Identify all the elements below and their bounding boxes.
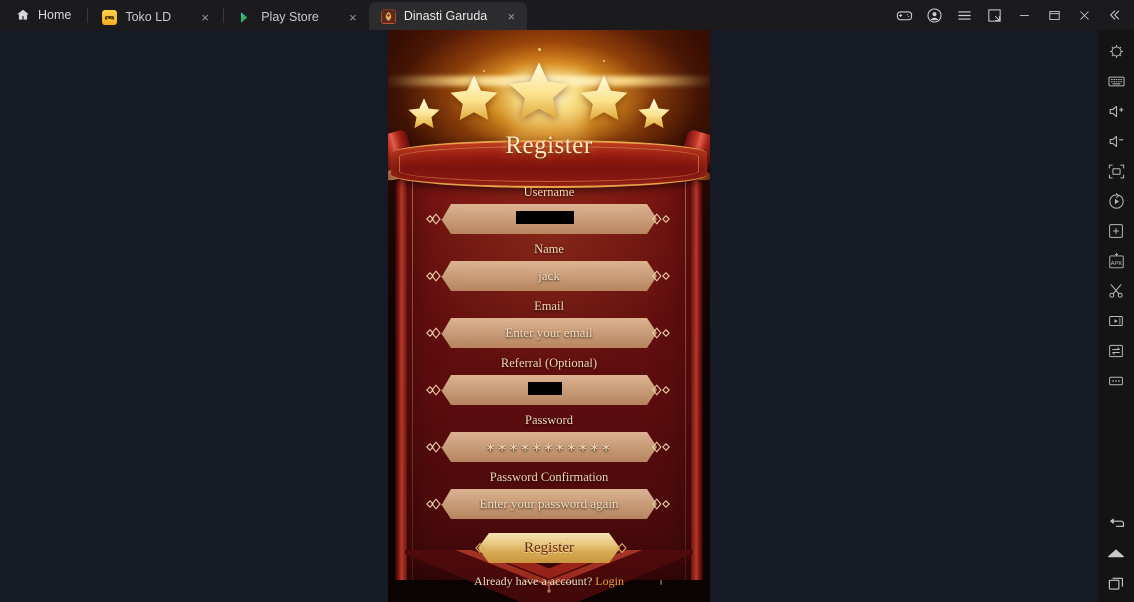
keyboard-icon[interactable] bbox=[1101, 66, 1131, 96]
diamond-ornament-icon bbox=[426, 439, 444, 460]
field-group-referral: Referral (Optional) bbox=[388, 353, 710, 405]
home-button-label: Home bbox=[38, 8, 72, 22]
more-icon[interactable] bbox=[1101, 366, 1131, 396]
maximize-icon[interactable] bbox=[1040, 1, 1068, 29]
field-group-password: Password ∗∗∗∗∗∗∗∗∗∗∗ bbox=[388, 410, 710, 462]
diamond-ornament-icon bbox=[426, 211, 444, 232]
field-value: ∗∗∗∗∗∗∗∗∗∗∗ bbox=[485, 439, 613, 454]
svg-text:APK: APK bbox=[1110, 260, 1122, 266]
gamepad-icon[interactable] bbox=[890, 1, 918, 29]
field-label: Password Confirmation bbox=[489, 470, 609, 484]
login-prompt: Already have a account? Login bbox=[388, 574, 710, 589]
field-label: Username bbox=[523, 185, 575, 199]
close-icon[interactable] bbox=[1070, 1, 1098, 29]
home-icon bbox=[16, 8, 30, 22]
install-apk-icon[interactable]: APK bbox=[1101, 246, 1131, 276]
screenshot-icon[interactable] bbox=[980, 1, 1008, 29]
record-icon[interactable] bbox=[1101, 306, 1131, 336]
field-group-password-confirmation: Password Confirmation Enter your passwor… bbox=[388, 467, 710, 519]
sparkle bbox=[538, 48, 541, 51]
tab-play-store[interactable]: Play Store × bbox=[226, 4, 369, 30]
tab-toko-ld[interactable]: Toko LD × bbox=[90, 4, 221, 30]
tab-label: Play Store bbox=[261, 10, 319, 24]
home-button[interactable]: Home bbox=[0, 0, 85, 30]
fullscreen-icon[interactable] bbox=[1101, 156, 1131, 186]
diamond-ornament-icon bbox=[426, 382, 444, 403]
diamond-ornament-icon bbox=[652, 325, 670, 346]
tab-label: Toko LD bbox=[125, 10, 172, 24]
recents-icon[interactable] bbox=[1101, 572, 1131, 602]
field-label: Referral (Optional) bbox=[500, 356, 598, 370]
volume-down-icon[interactable] bbox=[1101, 126, 1131, 156]
diamond-ornament-icon bbox=[472, 541, 488, 560]
diamond-ornament-icon bbox=[652, 268, 670, 289]
home-nav-icon[interactable] bbox=[1101, 542, 1131, 572]
settings-icon[interactable] bbox=[1101, 36, 1131, 66]
scissors-icon[interactable] bbox=[1101, 276, 1131, 306]
volume-up-icon[interactable] bbox=[1101, 96, 1131, 126]
account-icon[interactable] bbox=[920, 1, 948, 29]
rotate-icon[interactable] bbox=[1101, 186, 1131, 216]
tab-dinasti-garuda[interactable]: Dinasti Garuda × bbox=[368, 2, 528, 30]
register-button-label: Register bbox=[524, 539, 574, 556]
login-link[interactable]: Login bbox=[595, 574, 624, 588]
field-value: jack bbox=[538, 268, 560, 283]
field-placeholder: Enter your email bbox=[505, 325, 593, 340]
tab-separator bbox=[87, 7, 89, 23]
minimize-icon[interactable] bbox=[1010, 1, 1038, 29]
emulator-sidebar: APK bbox=[1098, 30, 1134, 602]
email-input[interactable]: Enter your email bbox=[388, 318, 710, 348]
diamond-ornament-icon bbox=[426, 496, 444, 517]
field-group-name: Name jack bbox=[388, 239, 710, 291]
star-icon bbox=[577, 72, 631, 126]
tab-close-button[interactable]: × bbox=[197, 9, 213, 25]
redaction-bar bbox=[516, 211, 574, 224]
titlebar-controls bbox=[890, 0, 1134, 30]
back-icon[interactable] bbox=[1101, 512, 1131, 542]
field-placeholder: Enter your password again bbox=[479, 496, 619, 511]
username-input[interactable] bbox=[388, 204, 710, 234]
diamond-ornament-icon bbox=[652, 496, 670, 517]
multi-window-icon[interactable] bbox=[1101, 216, 1131, 246]
password-input[interactable]: ∗∗∗∗∗∗∗∗∗∗∗ bbox=[388, 432, 710, 462]
field-label: Name bbox=[534, 242, 564, 256]
play-store-icon bbox=[238, 10, 253, 25]
tab-separator bbox=[223, 7, 225, 23]
tab-close-button[interactable]: × bbox=[503, 8, 519, 24]
diamond-ornament-icon bbox=[614, 541, 630, 560]
sparkle bbox=[483, 70, 485, 72]
field-label: Password bbox=[525, 413, 573, 427]
name-input[interactable]: jack bbox=[388, 261, 710, 291]
diamond-ornament-icon bbox=[652, 382, 670, 403]
collapse-icon[interactable] bbox=[1100, 1, 1128, 29]
redaction-bar bbox=[528, 382, 562, 395]
password-confirmation-input[interactable]: Enter your password again bbox=[388, 489, 710, 519]
referral-input[interactable] bbox=[388, 375, 710, 405]
dinasti-garuda-icon bbox=[380, 8, 396, 24]
diamond-ornament-icon bbox=[652, 211, 670, 232]
game-viewport[interactable]: Register Username Name jack Email Enter … bbox=[388, 30, 710, 602]
field-label: Email bbox=[534, 299, 564, 313]
register-submit-row: Register bbox=[388, 533, 710, 565]
diamond-ornament-icon bbox=[652, 439, 670, 460]
login-prompt-text: Already have a account? bbox=[474, 574, 593, 588]
field-group-email: Email Enter your email bbox=[388, 296, 710, 348]
toko-ld-icon bbox=[102, 9, 118, 25]
register-form: Username Name jack Email Enter your emai… bbox=[388, 182, 710, 589]
star-icon bbox=[447, 72, 501, 126]
sparkle bbox=[603, 60, 605, 62]
tab-close-button[interactable]: × bbox=[345, 9, 361, 25]
diamond-ornament-icon bbox=[426, 325, 444, 346]
shared-folder-icon[interactable] bbox=[1101, 336, 1131, 366]
diamond-ornament-icon bbox=[426, 268, 444, 289]
field-group-username: Username bbox=[388, 182, 710, 234]
page-title: Register bbox=[505, 132, 593, 159]
emulator-title-bar: Home Toko LD × Play Store × Dinasti Garu… bbox=[0, 0, 1134, 30]
star-icon bbox=[505, 58, 573, 126]
tab-label: Dinasti Garuda bbox=[403, 9, 488, 23]
menu-icon[interactable] bbox=[950, 1, 978, 29]
